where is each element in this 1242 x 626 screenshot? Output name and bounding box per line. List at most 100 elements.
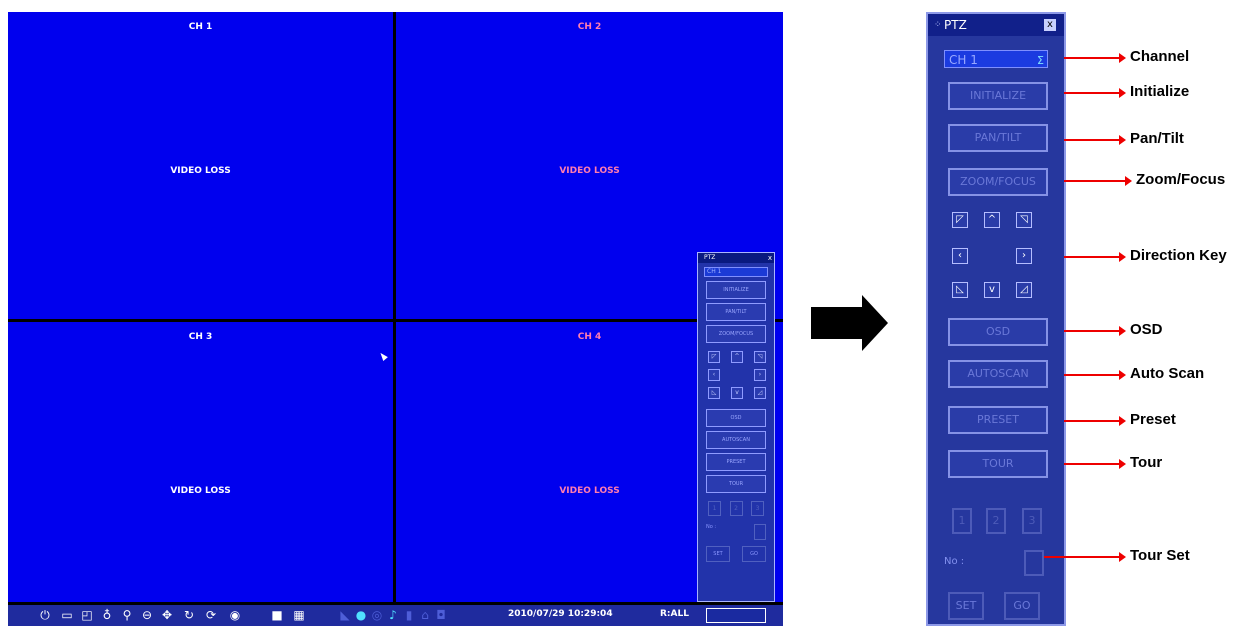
down-right-icon[interactable]: ◿ bbox=[754, 387, 766, 399]
tour-no-input[interactable] bbox=[1024, 550, 1044, 576]
right-icon[interactable]: › bbox=[1016, 248, 1032, 264]
callout-line bbox=[1064, 53, 1126, 63]
tour-no-label: No : bbox=[944, 556, 965, 567]
mic-icon[interactable]: ♁ bbox=[100, 608, 114, 622]
mini-set-button[interactable]: SET bbox=[706, 546, 730, 562]
ptz-title: PTZ bbox=[944, 18, 967, 32]
quad-layout-icon[interactable]: ▦ bbox=[292, 608, 306, 622]
autoscan-button[interactable]: AUTOSCAN bbox=[948, 360, 1048, 388]
dropdown-icon[interactable]: Σ bbox=[1037, 52, 1044, 70]
down-icon[interactable]: v bbox=[731, 387, 743, 399]
mini-tour-numbers: 1 2 3 bbox=[708, 501, 764, 516]
tour-1-button[interactable]: 1 bbox=[952, 508, 972, 534]
close-icon[interactable]: x bbox=[1044, 19, 1056, 31]
single-layout-icon[interactable]: ■ bbox=[270, 608, 284, 622]
mini-zoom-focus-button[interactable]: ZOOM/FOCUS bbox=[706, 325, 766, 343]
audio-icon: ♪ bbox=[389, 608, 397, 622]
mini-go-button[interactable]: GO bbox=[742, 546, 766, 562]
up-left-icon[interactable]: ◸ bbox=[952, 212, 968, 228]
callout-pan-tilt: Pan/Tilt bbox=[1130, 130, 1184, 147]
callout-line bbox=[1064, 416, 1126, 426]
left-icon[interactable]: ‹ bbox=[708, 369, 720, 381]
callout-line bbox=[1064, 326, 1126, 336]
record-icon: ◎ bbox=[371, 608, 383, 622]
pan-tilt-button[interactable]: PAN/TILT bbox=[948, 124, 1048, 152]
mini-osd-button[interactable]: OSD bbox=[706, 409, 766, 427]
callout-line bbox=[1064, 88, 1126, 98]
channel-select[interactable]: CH 1 Σ bbox=[944, 50, 1048, 68]
callout-channel: Channel bbox=[1130, 48, 1190, 65]
lock-icon: ▮ bbox=[405, 608, 413, 622]
logout-icon: ⌂ bbox=[421, 608, 429, 622]
zoom-icon[interactable]: ⚲ bbox=[120, 608, 134, 622]
mini-ptz-title: PTZ bbox=[704, 254, 716, 261]
camera-icon: ◣ bbox=[340, 608, 350, 622]
down-left-icon[interactable]: ◺ bbox=[952, 282, 968, 298]
mini-no-label: No : bbox=[706, 524, 717, 530]
mini-tour-button[interactable]: TOUR bbox=[706, 475, 766, 493]
up-icon[interactable]: ^ bbox=[731, 351, 743, 363]
mini-tour-2-button[interactable]: 2 bbox=[729, 501, 743, 516]
channel-3-view[interactable]: CH 3 VIDEO LOSS bbox=[8, 322, 393, 602]
video-loss-label: VIDEO LOSS bbox=[170, 166, 231, 176]
sequence-icon[interactable]: ⟳ bbox=[204, 608, 218, 622]
disk-icon: ◘ bbox=[436, 608, 446, 622]
initialize-button[interactable]: INITIALIZE bbox=[948, 82, 1048, 110]
callout-tour: Tour bbox=[1130, 454, 1163, 471]
arrow-right-icon bbox=[811, 307, 863, 339]
up-right-icon[interactable]: ◹ bbox=[1016, 212, 1032, 228]
tour-button[interactable]: TOUR bbox=[948, 450, 1048, 478]
mini-preset-button[interactable]: PRESET bbox=[706, 453, 766, 471]
ptz-titlebar[interactable]: ⁘ PTZ x bbox=[928, 14, 1064, 36]
taskbar: ⏻ ▭ ◰ ♁ ⚲ ⊖ ✥ ↻ ⟳ ◉ ■ ▦ ◣ ● ◎ ♪ ▮ ⌂ ◘ 20… bbox=[8, 605, 783, 626]
up-left-icon[interactable]: ◸ bbox=[708, 351, 720, 363]
up-icon[interactable]: ^ bbox=[984, 212, 1000, 228]
callout-osd: OSD bbox=[1130, 321, 1163, 338]
callout-tour-set: Tour Set bbox=[1130, 547, 1190, 564]
callout-line bbox=[1064, 370, 1126, 380]
mini-tour-1-button[interactable]: 1 bbox=[708, 501, 721, 516]
network-icon: ● bbox=[355, 608, 367, 622]
callout-line bbox=[1064, 135, 1126, 145]
preset-button[interactable]: PRESET bbox=[948, 406, 1048, 434]
down-right-icon[interactable]: ◿ bbox=[1016, 282, 1032, 298]
mini-set-go: SET GO bbox=[706, 546, 766, 562]
osd-button[interactable]: OSD bbox=[948, 318, 1048, 346]
close-icon[interactable]: x bbox=[768, 253, 772, 263]
callout-auto-scan: Auto Scan bbox=[1130, 365, 1205, 382]
mini-tour-3-button[interactable]: 3 bbox=[751, 501, 764, 516]
go-button[interactable]: GO bbox=[1004, 592, 1040, 620]
arrow-head-icon bbox=[862, 295, 888, 351]
tour-3-button[interactable]: 3 bbox=[1022, 508, 1042, 534]
mini-ptz-titlebar[interactable]: PTZ x bbox=[698, 253, 774, 263]
down-icon[interactable]: v bbox=[984, 282, 1000, 298]
search-icon[interactable]: ◰ bbox=[80, 608, 94, 622]
ptz-icon[interactable]: ✥ bbox=[160, 608, 174, 622]
alarm-icon[interactable]: ◉ bbox=[228, 608, 242, 622]
callout-initialize: Initialize bbox=[1130, 83, 1190, 100]
up-right-icon[interactable]: ◹ bbox=[754, 351, 766, 363]
mini-ptz-panel: PTZ x CH 1 INITIALIZE PAN/TILT ZOOM/FOCU… bbox=[697, 252, 775, 602]
channel-1-view[interactable]: CH 1 VIDEO LOSS bbox=[8, 12, 393, 319]
mini-initialize-button[interactable]: INITIALIZE bbox=[706, 281, 766, 299]
video-loss-label: VIDEO LOSS bbox=[559, 166, 620, 176]
callout-preset: Preset bbox=[1130, 411, 1176, 428]
menu-icon[interactable]: ▭ bbox=[60, 608, 74, 622]
channel-grid: CH 1 VIDEO LOSS CH 2 VIDEO LOSS CH 3 VID… bbox=[8, 12, 783, 602]
tour-2-button[interactable]: 2 bbox=[986, 508, 1006, 534]
down-left-icon[interactable]: ◺ bbox=[708, 387, 720, 399]
mini-no-input[interactable] bbox=[754, 524, 766, 540]
rotate-icon[interactable]: ↻ bbox=[182, 608, 196, 622]
power-icon[interactable]: ⏻ bbox=[38, 608, 52, 622]
ptz-panel: ⁘ PTZ x CH 1 Σ INITIALIZE PAN/TILT ZOOM/… bbox=[926, 12, 1066, 626]
dvr-screen: CH 1 VIDEO LOSS CH 2 VIDEO LOSS CH 3 VID… bbox=[8, 12, 783, 626]
zoom-focus-button[interactable]: ZOOM/FOCUS bbox=[948, 168, 1048, 196]
left-icon[interactable]: ‹ bbox=[952, 248, 968, 264]
mini-pan-tilt-button[interactable]: PAN/TILT bbox=[706, 303, 766, 321]
mini-autoscan-button[interactable]: AUTOSCAN bbox=[706, 431, 766, 449]
right-icon[interactable]: › bbox=[754, 369, 766, 381]
mini-channel-select[interactable]: CH 1 bbox=[704, 267, 768, 277]
pip-icon[interactable]: ⊖ bbox=[140, 608, 154, 622]
disk-usage-box bbox=[706, 608, 766, 623]
set-button[interactable]: SET bbox=[948, 592, 984, 620]
